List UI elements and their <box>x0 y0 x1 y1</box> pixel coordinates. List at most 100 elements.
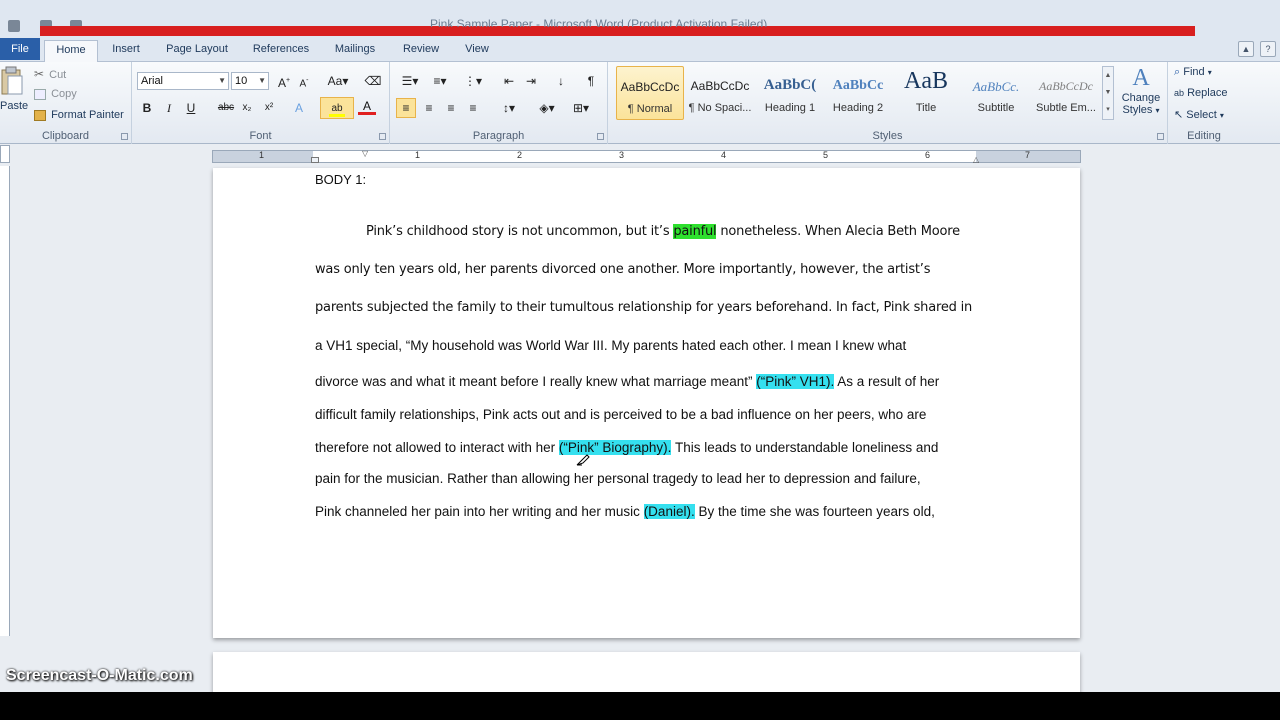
font-group-label: Font <box>249 130 272 142</box>
tab-references[interactable]: References <box>246 40 316 62</box>
format-painter-button[interactable]: Format Painter <box>34 109 124 121</box>
change-case-icon[interactable]: Aa▾ <box>326 72 350 90</box>
text-effects-icon[interactable]: A <box>290 99 308 117</box>
font-color-button[interactable]: A <box>358 99 376 115</box>
style-sample: AaB <box>904 68 948 94</box>
style-sample: AaBbCcDc <box>1039 79 1093 93</box>
tab-mailings[interactable]: Mailings <box>326 40 384 62</box>
document-page-2[interactable] <box>213 652 1080 692</box>
borders-icon[interactable]: ⊞▾ <box>568 99 594 117</box>
style-subtle-emphasis[interactable]: AaBbCcDc Subtle Em... <box>1032 66 1100 120</box>
font-size-select[interactable]: 10 ▼ <box>231 72 269 90</box>
sort-icon[interactable]: ↓ <box>552 72 570 90</box>
style-heading-1[interactable]: AaBbC( Heading 1 <box>756 66 824 120</box>
watermark: Screencast-O-Matic.com <box>6 667 193 684</box>
document-line-1: Pink’s childhood story is not uncommon, … <box>366 224 960 239</box>
font-family-select[interactable]: Arial ▼ <box>137 72 229 90</box>
style-subtitle[interactable]: AaBbCc. Subtitle <box>962 66 1030 120</box>
numbering-icon[interactable]: ≡▾ <box>428 72 452 90</box>
underline-button[interactable]: U <box>182 99 200 117</box>
align-center-button[interactable]: ≡ <box>420 99 438 117</box>
ruler-number: 3 <box>619 150 625 160</box>
tab-file[interactable]: File <box>0 38 40 60</box>
citation-highlight: (“Pink” VH1). <box>756 374 835 389</box>
clipboard-group-label: Clipboard <box>41 130 90 142</box>
tab-insert[interactable]: Insert <box>104 40 148 62</box>
align-right-button[interactable]: ≡ <box>442 99 460 117</box>
tab-page-layout[interactable]: Page Layout <box>158 40 236 62</box>
highlighter-icon: ab <box>329 103 345 117</box>
style-name: Subtitle <box>977 102 1015 114</box>
grow-font-icon[interactable]: A+ <box>275 72 293 90</box>
copy-button[interactable]: Copy <box>34 88 77 100</box>
cut-button[interactable]: ✂ Cut <box>34 67 66 81</box>
font-launcher-icon[interactable] <box>379 133 386 140</box>
highlighter-cursor-icon <box>576 454 590 466</box>
change-styles-button[interactable]: A Change Styles ▾ <box>1118 64 1164 116</box>
chevron-down-icon: ▼ <box>258 76 266 85</box>
body-heading: BODY 1: <box>315 172 367 187</box>
find-button[interactable]: ⌕ Find ▾ <box>1174 66 1212 79</box>
first-line-indent-marker[interactable]: ▽ <box>362 149 368 158</box>
bold-button[interactable]: B <box>138 99 156 117</box>
tab-review[interactable]: Review <box>394 40 448 62</box>
horizontal-ruler[interactable]: 1 1 2 3 4 5 6 7 ▽ △ <box>212 149 1081 164</box>
document-line-4: a VH1 special, “My household was World W… <box>315 338 907 353</box>
line-spacing-icon[interactable]: ↕▾ <box>496 99 522 117</box>
style-normal[interactable]: AaBbCcDc ¶ Normal <box>616 66 684 120</box>
clipboard-launcher-icon[interactable] <box>121 133 128 140</box>
save-icon[interactable] <box>8 20 20 32</box>
help-icon[interactable]: ? <box>1260 41 1276 57</box>
show-formatting-icon[interactable]: ¶ <box>582 72 600 90</box>
format-painter-label: Format Painter <box>51 109 124 121</box>
editing-group-label: Editing <box>1187 130 1221 142</box>
text-run: therefore not allowed to interact with h… <box>315 440 559 455</box>
shading-icon[interactable]: ◈▾ <box>534 99 560 117</box>
text-run: Pink channeled her pain into her writing… <box>315 504 644 519</box>
find-label: Find <box>1183 66 1205 78</box>
subscript-button[interactable]: x₂ <box>238 99 256 117</box>
minimize-ribbon-icon[interactable]: ▲ <box>1238 41 1254 57</box>
replace-button[interactable]: ab Replace <box>1174 87 1227 99</box>
paragraph-launcher-icon[interactable] <box>597 133 604 140</box>
highlight-color-button[interactable]: ab <box>320 97 354 119</box>
clear-formatting-icon[interactable]: ⌫ <box>364 72 382 90</box>
style-name: Heading 1 <box>764 102 816 114</box>
document-line-2: was only ten years old, her parents divo… <box>315 262 931 277</box>
text-run: This leads to understandable loneliness … <box>671 440 939 455</box>
superscript-button[interactable]: x² <box>260 99 278 117</box>
style-heading-2[interactable]: AaBbCc Heading 2 <box>824 66 892 120</box>
left-indent-marker[interactable] <box>311 157 319 163</box>
vertical-ruler <box>0 166 10 636</box>
bullets-icon[interactable]: ☰▾ <box>398 72 422 90</box>
styles-gallery-scroll[interactable]: ▲ ▼ ▾ <box>1102 66 1114 120</box>
font-family-value: Arial <box>141 75 164 87</box>
right-indent-marker[interactable]: △ <box>973 155 979 164</box>
tab-view[interactable]: View <box>456 40 498 62</box>
document-line-7: therefore not allowed to interact with h… <box>315 440 938 455</box>
title-bar: Pink Sample Paper - Microsoft Word (Prod… <box>0 0 1280 36</box>
ruler-number: 7 <box>1025 150 1031 160</box>
tab-home[interactable]: Home <box>44 40 98 62</box>
align-left-button[interactable]: ≡ <box>396 98 416 118</box>
multilevel-list-icon[interactable]: ⋮▾ <box>460 72 486 90</box>
paste-button[interactable]: Paste <box>0 66 28 118</box>
styles-launcher-icon[interactable] <box>1157 133 1164 140</box>
shrink-font-icon[interactable]: A- <box>295 72 313 90</box>
styles-group-label: Styles <box>872 130 903 142</box>
style-sample: AaBbCcDc <box>620 80 680 94</box>
style-title[interactable]: AaB Title <box>892 66 960 120</box>
italic-button[interactable]: I <box>160 99 178 117</box>
select-button[interactable]: ↖ Select ▾ <box>1174 108 1224 121</box>
ruler-number: 6 <box>925 150 931 160</box>
increase-indent-icon[interactable]: ⇥ <box>522 72 540 90</box>
justify-button[interactable]: ≡ <box>464 99 482 117</box>
change-styles-label: Change <box>1121 92 1161 104</box>
ruler-toggle-icon[interactable] <box>0 145 10 163</box>
document-line-6: difficult family relationships, Pink act… <box>315 407 927 422</box>
decrease-indent-icon[interactable]: ⇤ <box>500 72 518 90</box>
style-no-spacing[interactable]: AaBbCcDc ¶ No Spaci... <box>686 66 754 120</box>
replace-label: Replace <box>1187 87 1228 99</box>
strikethrough-button[interactable]: abc <box>216 99 236 117</box>
ruler-number: 4 <box>721 150 727 160</box>
